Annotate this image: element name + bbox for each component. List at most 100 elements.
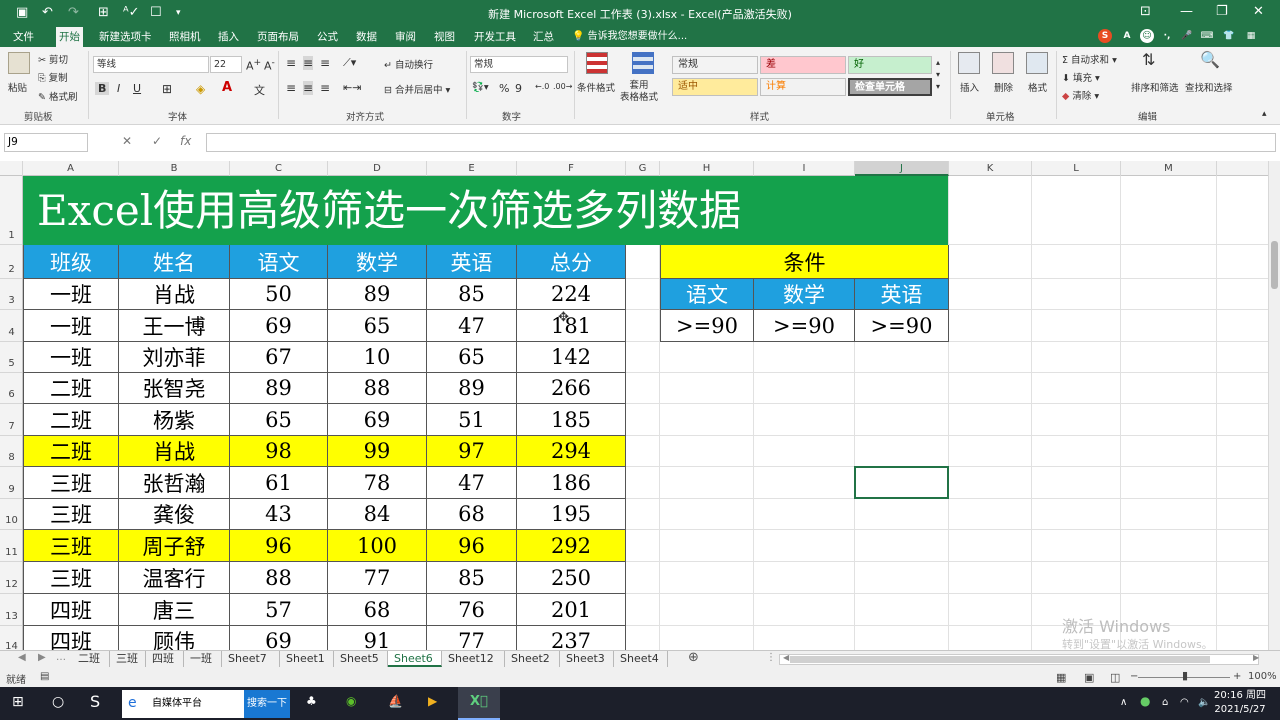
- add-sheet-icon[interactable]: ⊕: [688, 650, 699, 665]
- insert-cells-icon[interactable]: [958, 52, 980, 74]
- sheet-tab[interactable]: 一班: [184, 651, 222, 667]
- comma-button[interactable]: 9: [515, 82, 522, 95]
- table-data-cell[interactable]: 88: [230, 562, 328, 594]
- table-data-cell[interactable]: 二班: [23, 373, 119, 404]
- table-data-cell[interactable]: 61: [230, 467, 328, 499]
- criteria-value-cell[interactable]: >=90: [855, 310, 949, 342]
- percent-button[interactable]: %: [499, 82, 509, 95]
- row-header-3[interactable]: 3: [0, 279, 22, 310]
- clear-button[interactable]: ◆ 清除 ▾: [1062, 88, 1099, 102]
- app-icon[interactable]: ⛵: [388, 694, 403, 708]
- tab-file[interactable]: 文件: [10, 27, 37, 47]
- search-button[interactable]: 搜索一下: [244, 690, 290, 718]
- table-data-cell[interactable]: 杨紫: [119, 404, 230, 436]
- shrink-font-icon[interactable]: A-: [264, 57, 275, 73]
- table-data-cell[interactable]: 二班: [23, 436, 119, 467]
- close-icon[interactable]: ✕: [1253, 4, 1264, 19]
- table-data-cell[interactable]: 龚俊: [119, 499, 230, 530]
- maximize-icon[interactable]: ❐: [1216, 4, 1228, 19]
- normal-view-icon[interactable]: ▦: [1056, 671, 1066, 684]
- emoji-icon[interactable]: ☺: [1140, 29, 1154, 43]
- skin-icon[interactable]: 👕: [1222, 29, 1236, 43]
- wrap-text-button[interactable]: ↵ 自动换行: [384, 57, 433, 71]
- tab-home[interactable]: 开始: [56, 27, 83, 47]
- table-data-cell[interactable]: 69: [230, 310, 328, 342]
- conditional-format-icon[interactable]: [586, 52, 608, 74]
- table-data-cell[interactable]: 89: [230, 373, 328, 404]
- sheet-tab[interactable]: 四班: [146, 651, 184, 667]
- sheet-tab[interactable]: 二班: [72, 651, 110, 667]
- table-data-cell[interactable]: 肖战: [119, 436, 230, 467]
- tray-app-icon[interactable]: ●: [1140, 694, 1150, 708]
- table-data-cell[interactable]: 89: [328, 279, 427, 310]
- table-data-cell[interactable]: 43: [230, 499, 328, 530]
- criteria-header-cell[interactable]: 数学: [754, 279, 855, 310]
- ie-icon[interactable]: e: [128, 695, 137, 711]
- zoom-in-icon[interactable]: +: [1233, 671, 1241, 682]
- row-header-2[interactable]: 2: [0, 245, 22, 279]
- delete-cells-button[interactable]: 删除: [994, 80, 1013, 94]
- horizontal-scroll-thumb[interactable]: [790, 656, 1210, 663]
- table-data-cell[interactable]: 张智尧: [119, 373, 230, 404]
- column-header-c[interactable]: C: [230, 161, 328, 176]
- row-header-6[interactable]: 6: [0, 373, 22, 404]
- table-header-cell[interactable]: 总分: [517, 245, 626, 279]
- format-painter-button[interactable]: ✎ 格式刷: [38, 89, 78, 103]
- game-app-icon[interactable]: ♣: [306, 694, 317, 708]
- table-data-cell[interactable]: 89: [427, 373, 517, 404]
- table-data-cell[interactable]: 96: [230, 530, 328, 562]
- phonetic-icon[interactable]: 文: [254, 82, 265, 98]
- table-data-cell[interactable]: 294: [517, 436, 626, 467]
- style-normal[interactable]: 常规: [672, 56, 758, 74]
- sheet-tab[interactable]: Sheet4: [614, 651, 668, 667]
- style-calculation[interactable]: 计算: [760, 78, 846, 96]
- sogou-taskbar-icon[interactable]: S: [90, 692, 100, 711]
- worksheet-grid[interactable]: Excel使用高级筛选一次筛选多列数据 班级 姓名 语文 数学 英语 总分 一班 肖战 50 89 8…: [23, 176, 1270, 650]
- save-icon[interactable]: ▣: [16, 5, 28, 20]
- sheet-title[interactable]: Excel使用高级筛选一次筛选多列数据: [23, 176, 948, 245]
- customize-qat-icon[interactable]: ▾: [176, 8, 181, 18]
- paste-button[interactable]: 粘贴: [8, 80, 27, 94]
- align-left-icon[interactable]: ≡: [286, 81, 296, 95]
- criteria-header-cell[interactable]: 语文: [660, 279, 754, 310]
- ime-letter-icon[interactable]: A: [1120, 29, 1134, 43]
- table-format-button[interactable]: 套用 表格格式: [620, 80, 658, 104]
- tab-page-layout[interactable]: 页面布局: [254, 27, 302, 47]
- minimize-icon[interactable]: —: [1180, 4, 1193, 19]
- tabs-splitter-icon[interactable]: ⋮: [766, 652, 776, 663]
- network-icon[interactable]: ◠: [1180, 697, 1189, 708]
- merge-center-button[interactable]: ⊟ 合并后居中 ▾: [384, 82, 450, 96]
- sogou-icon[interactable]: S: [1098, 29, 1112, 43]
- paste-icon[interactable]: [8, 52, 30, 74]
- cortana-icon[interactable]: ○: [52, 694, 64, 710]
- tab-insert[interactable]: 插入: [215, 27, 242, 47]
- scroll-left-icon[interactable]: ◀: [783, 653, 789, 662]
- touch-mode-icon[interactable]: ⊞: [98, 5, 109, 20]
- criteria-title[interactable]: 条件: [660, 245, 949, 279]
- row-header-11[interactable]: 11: [0, 530, 22, 562]
- table-data-cell[interactable]: 88: [328, 373, 427, 404]
- table-data-cell[interactable]: 一班: [23, 279, 119, 310]
- column-header-m[interactable]: M: [1121, 161, 1217, 176]
- table-header-cell[interactable]: 数学: [328, 245, 427, 279]
- selected-cell[interactable]: [854, 466, 949, 499]
- styles-gallery-scroll-icon[interactable]: ▴ ▾ ▾: [936, 57, 940, 93]
- table-data-cell[interactable]: 68: [427, 499, 517, 530]
- insert-function-icon[interactable]: fx: [180, 134, 191, 148]
- start-icon[interactable]: ⊞: [12, 694, 24, 710]
- collapse-ribbon-icon[interactable]: ▴: [1262, 109, 1267, 119]
- delete-cells-icon[interactable]: [992, 52, 1014, 74]
- table-header-cell[interactable]: 英语: [427, 245, 517, 279]
- table-data-cell[interactable]: 69: [328, 404, 427, 436]
- table-data-cell[interactable]: 张哲瀚: [119, 467, 230, 499]
- style-bad[interactable]: 差: [760, 56, 846, 74]
- table-data-cell[interactable]: 237: [517, 626, 626, 650]
- number-format-select[interactable]: 常规: [470, 56, 568, 73]
- select-all-corner[interactable]: [0, 161, 23, 176]
- format-cells-icon[interactable]: [1026, 52, 1048, 74]
- tab-developer[interactable]: 开发工具: [471, 27, 519, 47]
- borders-icon[interactable]: ⊞: [162, 82, 172, 96]
- table-data-cell[interactable]: 84: [328, 499, 427, 530]
- tab-data[interactable]: 数据: [353, 27, 380, 47]
- column-header-k[interactable]: K: [949, 161, 1032, 176]
